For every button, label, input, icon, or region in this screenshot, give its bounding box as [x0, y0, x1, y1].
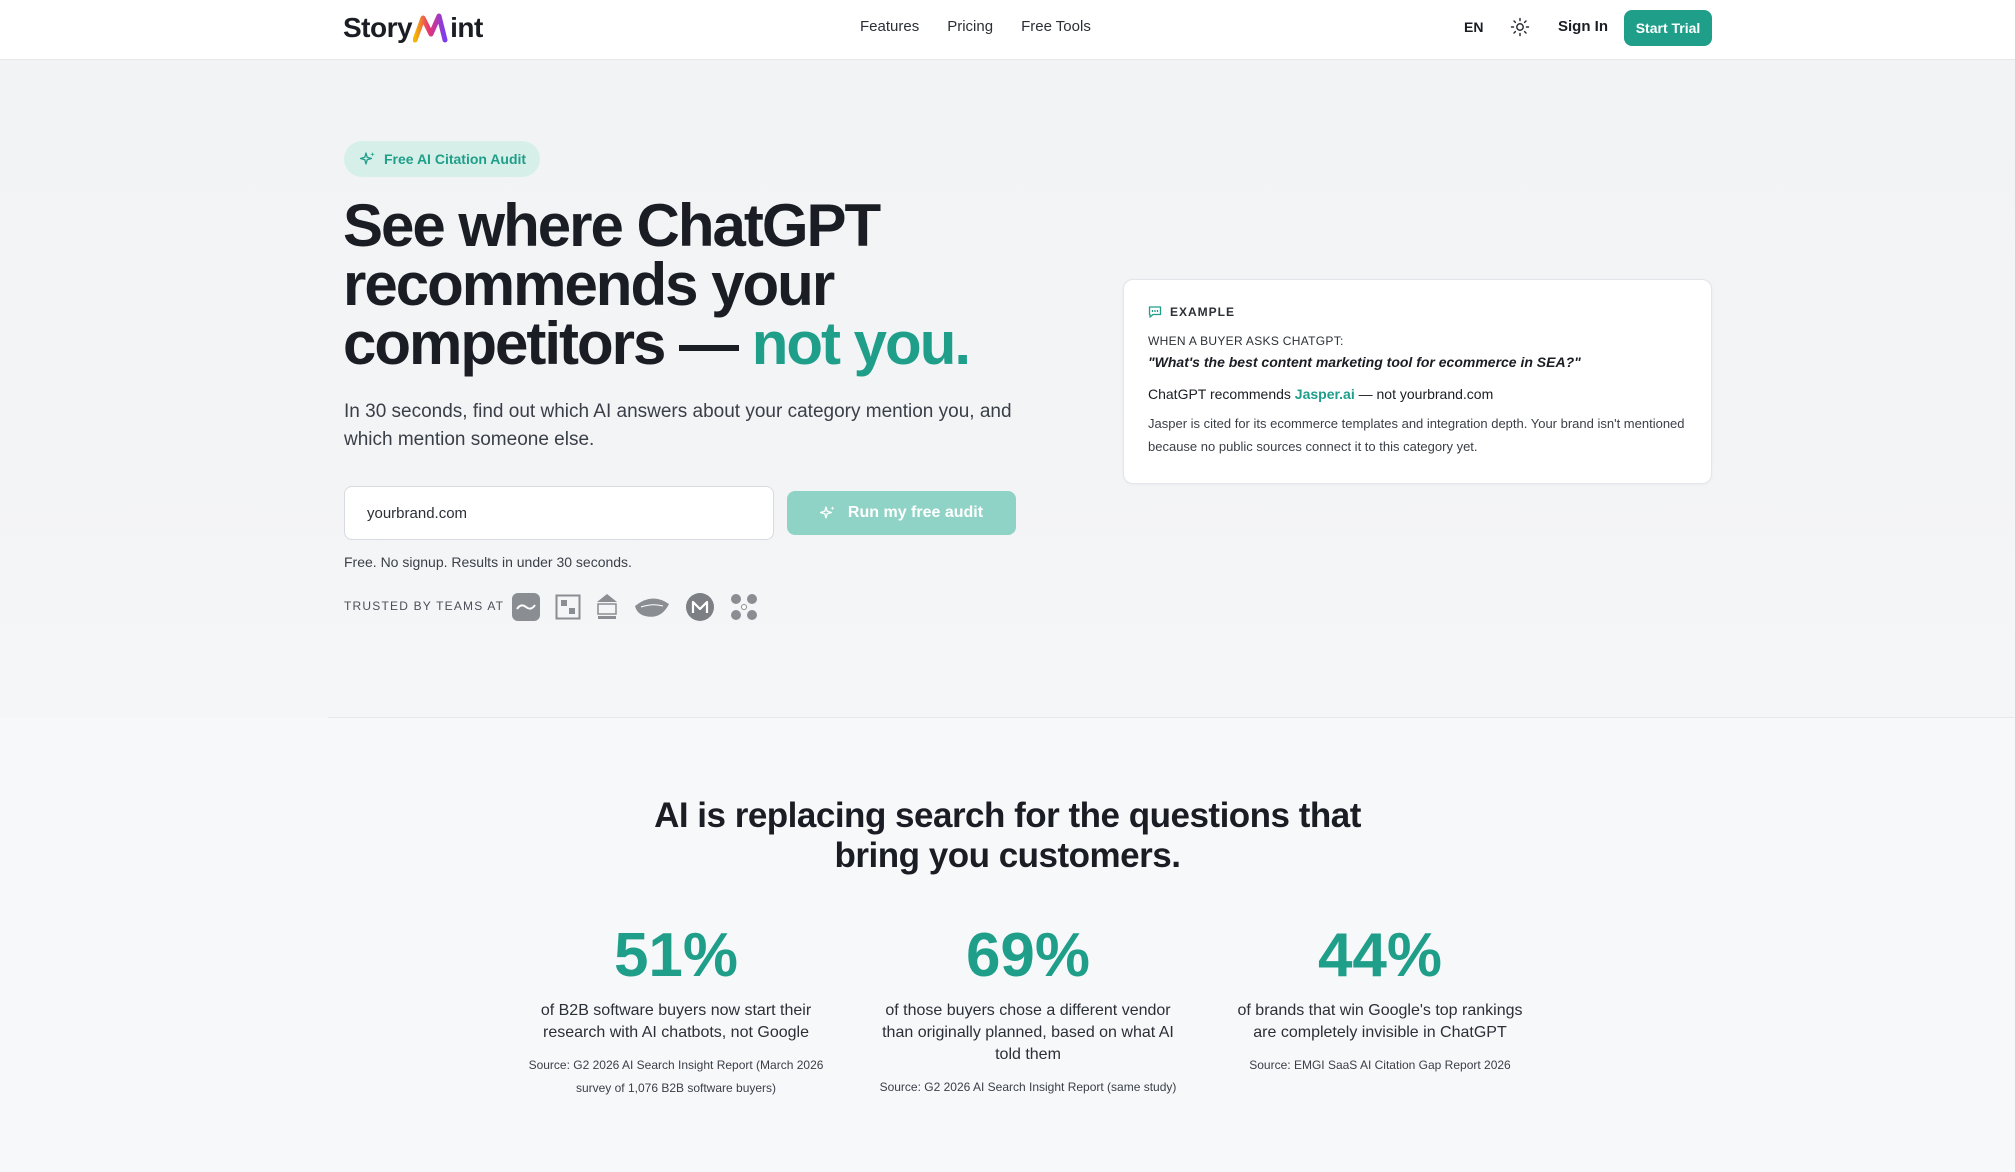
stat-card: 44% of brands that win Google's top rank…: [1225, 920, 1535, 1077]
example-recommendation: ChatGPT recommends Jasper.ai — not yourb…: [1148, 386, 1493, 402]
badge-label: Free AI Citation Audit: [384, 151, 527, 167]
sun-icon[interactable]: [1510, 17, 1530, 37]
section-divider: [328, 717, 2015, 718]
sparkle-icon: [360, 152, 375, 165]
example-ask-label: WHEN A BUYER ASKS CHATGPT:: [1148, 334, 1344, 348]
customer-logo-asr-icon: [511, 592, 541, 622]
run-audit-button[interactable]: Run my free audit: [787, 491, 1016, 535]
customer-logo-m-circle-icon: [685, 592, 715, 622]
stat-source: Source: G2 2026 AI Search Insight Report…: [879, 1080, 1177, 1094]
nav-free-tools[interactable]: Free Tools: [1021, 18, 1091, 35]
example-tag: EXAMPLE: [1148, 305, 1235, 319]
rec-brand-link[interactable]: Jasper.ai: [1295, 386, 1355, 402]
trusted-by-label: TRUSTED BY TEAMS AT: [344, 599, 505, 613]
hero-subtitle: In 30 seconds, find out which AI answers…: [344, 401, 1012, 450]
customer-logo-square-icon: [555, 592, 581, 622]
rec-suffix: — not yourbrand.com: [1358, 386, 1494, 402]
stat-text: of B2B software buyers now start their r…: [540, 1002, 812, 1041]
run-audit-label: Run my free audit: [847, 504, 984, 521]
input-value: yourbrand.com: [367, 504, 468, 522]
stat-source: Source: G2 2026 AI Search Insight Report…: [528, 1058, 824, 1095]
stat-text: of those buyers chose a different vendor…: [882, 1002, 1174, 1063]
nav-pricing[interactable]: Pricing: [947, 18, 993, 35]
nav-features[interactable]: Features: [860, 18, 919, 35]
example-question: "What's the best content marketing tool …: [1148, 354, 1581, 370]
language-selector[interactable]: EN: [1464, 19, 1483, 35]
stat-card: 51% of B2B software buyers now start the…: [521, 920, 831, 1100]
stats-heading-line2: bring you customers.: [834, 836, 1181, 875]
main-nav: Features Pricing Free Tools: [860, 18, 1091, 35]
chat-icon: [1148, 306, 1162, 318]
example-tag-label: EXAMPLE: [1170, 305, 1236, 319]
stat-number: 69%: [965, 921, 1091, 990]
logo-m-mark-icon: [413, 13, 448, 43]
customer-logo-flower-icon: [729, 592, 759, 622]
rec-prefix: ChatGPT recommends: [1148, 386, 1291, 402]
stat-number: 44%: [1317, 921, 1443, 990]
stats-heading-line1: AI is replacing search for the questions…: [654, 796, 1361, 835]
start-trial-button[interactable]: Start Trial: [1624, 10, 1712, 46]
storymint-logo[interactable]: Story int: [343, 10, 483, 46]
stats-heading: AI is replacing search for the questions…: [0, 796, 2015, 876]
cta-note: Free. No signup. Results in under 30 sec…: [344, 554, 632, 570]
hero-title: See where ChatGPT recommends your compet…: [343, 196, 1023, 374]
stat-text: of brands that win Google's top rankings…: [1237, 1002, 1523, 1041]
hero-section: [0, 60, 2015, 717]
sparkle-icon: [819, 506, 835, 519]
customer-logo-building-icon: [595, 592, 619, 622]
customer-logos: [511, 592, 759, 622]
customer-logo-leaf-icon: [633, 592, 671, 622]
logo-text-left: Story: [343, 12, 413, 43]
stat-source: Source: EMGI SaaS AI Citation Gap Report…: [1249, 1058, 1511, 1072]
example-description: Jasper is cited for its ecommerce templa…: [1148, 416, 1685, 454]
logo-text-right: int: [450, 12, 483, 43]
sign-in-link[interactable]: Sign In: [1558, 18, 1608, 35]
hero-title-accent: not you.: [751, 310, 971, 377]
example-card: EXAMPLE WHEN A BUYER ASKS CHATGPT: "What…: [1123, 279, 1712, 484]
top-nav-bar: Story int Features Pricing Free Tools EN: [0, 0, 2015, 60]
stat-number: 51%: [613, 921, 739, 990]
brand-domain-input[interactable]: yourbrand.com: [344, 486, 774, 540]
audit-badge: Free AI Citation Audit: [344, 141, 540, 177]
stat-card: 69% of those buyers chose a different ve…: [873, 920, 1183, 1099]
